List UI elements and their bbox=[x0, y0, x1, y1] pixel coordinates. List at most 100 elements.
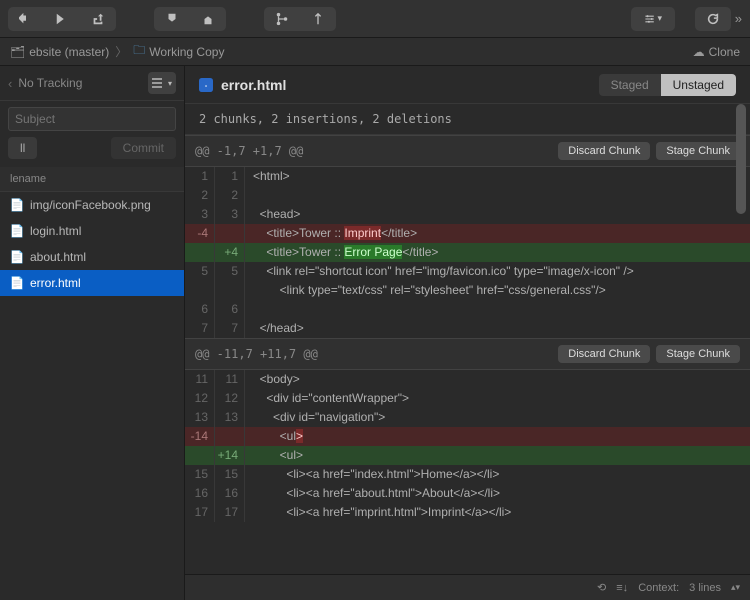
scrollbar[interactable] bbox=[734, 104, 748, 574]
tab-unstaged[interactable]: Unstaged bbox=[661, 74, 736, 96]
code-line[interactable]: -4 <title>Tower :: Imprint</title> bbox=[185, 224, 750, 243]
code-line[interactable]: 1111 <body> bbox=[185, 370, 750, 389]
breadcrumb-repo[interactable]: 🗂 ebsite (master) bbox=[10, 45, 109, 59]
code-line[interactable]: 22 bbox=[185, 186, 750, 205]
code-content bbox=[245, 300, 750, 319]
file-name: img/iconFacebook.png bbox=[30, 198, 151, 212]
file-item[interactable]: 📄error.html bbox=[0, 270, 184, 296]
cloud-icon: ☁ bbox=[693, 45, 705, 59]
line-num-new bbox=[215, 427, 245, 446]
line-num-new: 15 bbox=[215, 465, 245, 484]
stash-save-button[interactable] bbox=[154, 7, 190, 31]
file-item[interactable]: 📄login.html bbox=[0, 218, 184, 244]
diff-filename: error.html bbox=[221, 77, 591, 93]
settings-button[interactable]: ▾ bbox=[631, 7, 675, 31]
file-item[interactable]: 📄about.html bbox=[0, 244, 184, 270]
line-num-old: 5 bbox=[185, 262, 215, 281]
diff-body[interactable]: @@ -1,7 +1,7 @@ Discard Chunk Stage Chunk 1… bbox=[185, 135, 750, 574]
stage-all-button[interactable]: ll bbox=[8, 137, 37, 159]
stage-chunk-button[interactable]: Stage Chunk bbox=[656, 345, 740, 363]
line-num-old: 1 bbox=[185, 167, 215, 186]
context-value: 3 lines bbox=[689, 582, 721, 594]
nav-group bbox=[8, 7, 116, 31]
code-line[interactable]: 1313 <div id="navigation"> bbox=[185, 408, 750, 427]
line-num-old: 2 bbox=[185, 186, 215, 205]
merge-button[interactable] bbox=[264, 7, 300, 31]
sidebar: ‹ No Tracking ▾ ll Commit lename 📄img/ic… bbox=[0, 66, 185, 600]
file-icon: 📄 bbox=[10, 198, 24, 212]
back-button[interactable] bbox=[8, 7, 44, 31]
code-content: <ul> bbox=[245, 446, 750, 465]
statusbar: ⟲ ≡↓ Context: 3 lines ▴▾ bbox=[185, 574, 750, 600]
line-num-old: -4 bbox=[185, 224, 215, 243]
forward-button[interactable] bbox=[44, 7, 80, 31]
line-num-new: 5 bbox=[215, 262, 245, 281]
code-content bbox=[245, 186, 750, 205]
code-line[interactable]: 1515 <li><a href="index.html">Home</a></… bbox=[185, 465, 750, 484]
refresh-button[interactable] bbox=[695, 7, 731, 31]
code-line[interactable]: 1717 <li><a href="imprint.html">Imprint<… bbox=[185, 503, 750, 522]
code-content: <title>Tower :: Error Page</title> bbox=[245, 243, 750, 262]
line-num-new: 13 bbox=[215, 408, 245, 427]
code-content: </head> bbox=[245, 319, 750, 338]
discard-chunk-button[interactable]: Discard Chunk bbox=[558, 345, 650, 363]
code-line[interactable]: 55 <link rel="shortcut icon" href="img/f… bbox=[185, 262, 750, 281]
file-list: 📄 img/iconFacebook.png 📄login.html📄about.h… bbox=[0, 192, 184, 600]
line-num-old: 15 bbox=[185, 465, 215, 484]
whitespace-icon[interactable]: ≡↓ bbox=[616, 582, 628, 594]
code-line[interactable]: -14 <ul> bbox=[185, 427, 750, 446]
code-line[interactable]: 77 </head> bbox=[185, 319, 750, 338]
code-content: <head> bbox=[245, 205, 750, 224]
branch-group bbox=[264, 7, 336, 31]
filename-column-header: lename bbox=[0, 167, 184, 192]
code-line[interactable]: 1616 <li><a href="about.html">About</a><… bbox=[185, 484, 750, 503]
code-line[interactable]: <link type="text/css" rel="stylesheet" h… bbox=[185, 281, 750, 300]
code-content: <li><a href="index.html">Home</a></li> bbox=[245, 465, 750, 484]
chevron-icon[interactable]: ‹ bbox=[8, 76, 12, 91]
expand-icon[interactable]: » bbox=[735, 11, 742, 26]
branch-button[interactable] bbox=[300, 7, 336, 31]
code-line[interactable]: 33 <head> bbox=[185, 205, 750, 224]
file-name: error.html bbox=[30, 276, 81, 290]
commit-subject-input[interactable] bbox=[8, 107, 176, 131]
commit-button[interactable]: Commit bbox=[111, 137, 176, 159]
line-num-new: 16 bbox=[215, 484, 245, 503]
code-line[interactable]: +4 <title>Tower :: Error Page</title> bbox=[185, 243, 750, 262]
html-file-icon: ◦ bbox=[199, 78, 213, 92]
file-name: login.html bbox=[30, 224, 81, 238]
stash-apply-button[interactable] bbox=[190, 7, 226, 31]
line-num-new: 17 bbox=[215, 503, 245, 522]
line-num-new bbox=[215, 281, 245, 300]
stage-chunk-button[interactable]: Stage Chunk bbox=[656, 142, 740, 160]
line-num-new: 3 bbox=[215, 205, 245, 224]
code-content: <ul> bbox=[245, 427, 750, 446]
folder-icon: 🗂 bbox=[10, 45, 25, 59]
tab-staged[interactable]: Staged bbox=[599, 74, 661, 96]
code-content: <link rel="shortcut icon" href="img/favi… bbox=[245, 262, 750, 281]
scroll-thumb[interactable] bbox=[736, 104, 746, 214]
chunk-range: @@ -1,7 +1,7 @@ bbox=[195, 144, 552, 158]
clone-button[interactable]: ☁ Clone bbox=[693, 45, 740, 59]
code-content: <div id="navigation"> bbox=[245, 408, 750, 427]
line-num-old: 17 bbox=[185, 503, 215, 522]
code-line[interactable]: 1212 <div id="contentWrapper"> bbox=[185, 389, 750, 408]
diff-summary: 2 chunks, 2 insertions, 2 deletions bbox=[185, 104, 750, 135]
chunk-header: @@ -11,7 +11,7 @@Discard ChunkStage Chun… bbox=[185, 338, 750, 370]
code-line[interactable]: 11<html> bbox=[185, 167, 750, 186]
share-button[interactable] bbox=[80, 7, 116, 31]
view-options-button[interactable]: ▾ bbox=[148, 72, 176, 94]
line-num-old bbox=[185, 243, 215, 262]
line-num-new bbox=[215, 224, 245, 243]
breadcrumb-folder[interactable]: 🗀 Working Copy bbox=[133, 41, 224, 62]
code-line[interactable]: 66 bbox=[185, 300, 750, 319]
wrap-icon[interactable]: ⟲ bbox=[597, 581, 606, 594]
code-line[interactable]: +14 <ul> bbox=[185, 446, 750, 465]
discard-chunk-button[interactable]: Discard Chunk bbox=[558, 142, 650, 160]
line-num-new: 11 bbox=[215, 370, 245, 389]
refresh-group bbox=[695, 7, 731, 31]
context-stepper[interactable]: ▴▾ bbox=[731, 582, 740, 593]
code-content: <html> bbox=[245, 167, 750, 186]
line-num-old bbox=[185, 446, 215, 465]
file-item[interactable]: 📄 img/iconFacebook.png bbox=[0, 192, 184, 218]
line-num-new: +4 bbox=[215, 243, 245, 262]
